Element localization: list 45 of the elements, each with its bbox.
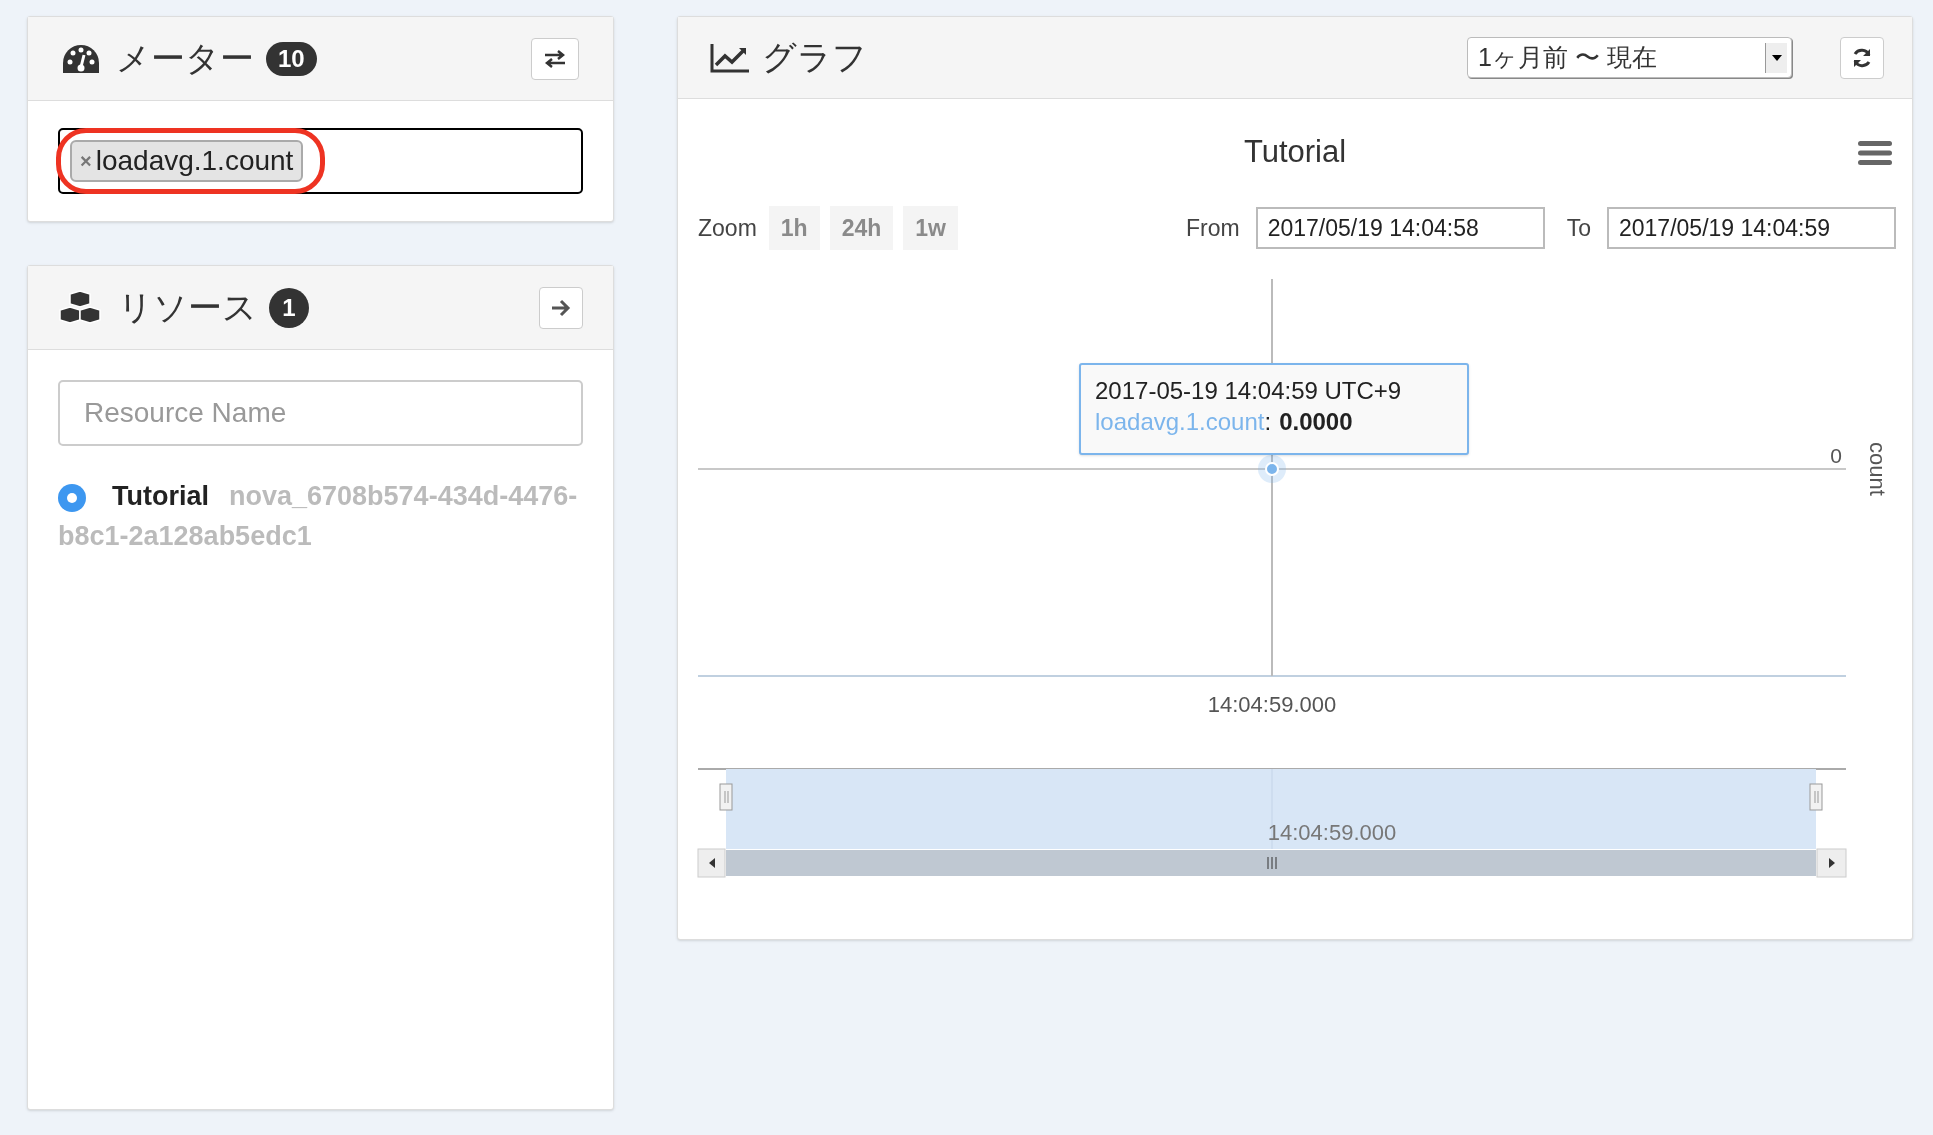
- refresh-icon: [1851, 46, 1873, 69]
- count-badge: 10: [266, 41, 317, 76]
- arrow-right-icon: [551, 298, 571, 317]
- resource-search-field[interactable]: Resource Name: [58, 380, 583, 446]
- gauge-icon: [62, 43, 100, 74]
- navigator-label: 14:04:59.000: [1267, 820, 1397, 845]
- meter-input-field[interactable]: ×loadavg.1.count: [58, 128, 583, 194]
- y-tick-label: 0: [1830, 444, 1842, 467]
- scrollbar-thumb[interactable]: [726, 850, 1816, 876]
- remove-tag-button[interactable]: ×: [80, 146, 92, 176]
- panel-title: メーター: [116, 38, 254, 79]
- scroll-left-button[interactable]: [697, 848, 726, 878]
- tooltip-series-name: loadavg.1.count: [1095, 408, 1265, 435]
- forward-button[interactable]: [539, 286, 583, 329]
- count-badge: 1: [269, 287, 309, 328]
- resource-option[interactable]: Tutorial nova_6708b574-434d-4476-b8c1-2a128ab5edc1: [58, 476, 583, 556]
- to-label: To: [1566, 213, 1591, 243]
- x-tick-label: 14:04:59.000: [1207, 692, 1337, 717]
- panel-title: グラフ: [762, 37, 867, 78]
- navigator-handle[interactable]: [1809, 783, 1823, 811]
- from-label: From: [1186, 213, 1240, 243]
- tooltip-time: 2017-05-19 14:04:59 UTC+9: [1095, 376, 1403, 406]
- y-axis-title: count: [1865, 442, 1890, 496]
- scroll-right-button[interactable]: [1816, 848, 1847, 878]
- line-chart-icon: [710, 42, 750, 73]
- tooltip-separator: :: [1264, 408, 1272, 435]
- range-select[interactable]: 1ヶ月前 〜 現在: [1467, 37, 1792, 78]
- cubes-icon: [58, 289, 102, 326]
- navigator-handle[interactable]: [719, 783, 733, 811]
- zoom-label: Zoom: [698, 213, 757, 243]
- data-point: [1258, 455, 1286, 483]
- dropdown-caret-icon: [1765, 42, 1787, 73]
- menu-icon[interactable]: [1858, 141, 1892, 165]
- tag-label: loadavg.1.count: [95, 144, 294, 178]
- refresh-button[interactable]: [1840, 36, 1884, 79]
- grip-icon: [1267, 856, 1277, 870]
- tag-chip[interactable]: ×loadavg.1.count: [70, 140, 304, 182]
- to-date-field[interactable]: 2017/05/19 14:04:59: [1607, 207, 1896, 249]
- swap-arrows-icon: [543, 49, 567, 68]
- resource-radio[interactable]: [58, 483, 86, 512]
- from-date-field[interactable]: 2017/05/19 14:04:58: [1255, 207, 1545, 249]
- swap-button[interactable]: [531, 37, 579, 80]
- tooltip-value: 0.0000: [1279, 408, 1353, 435]
- panel-title: リソース: [118, 287, 257, 328]
- chart-title: Tutorial: [1243, 133, 1347, 171]
